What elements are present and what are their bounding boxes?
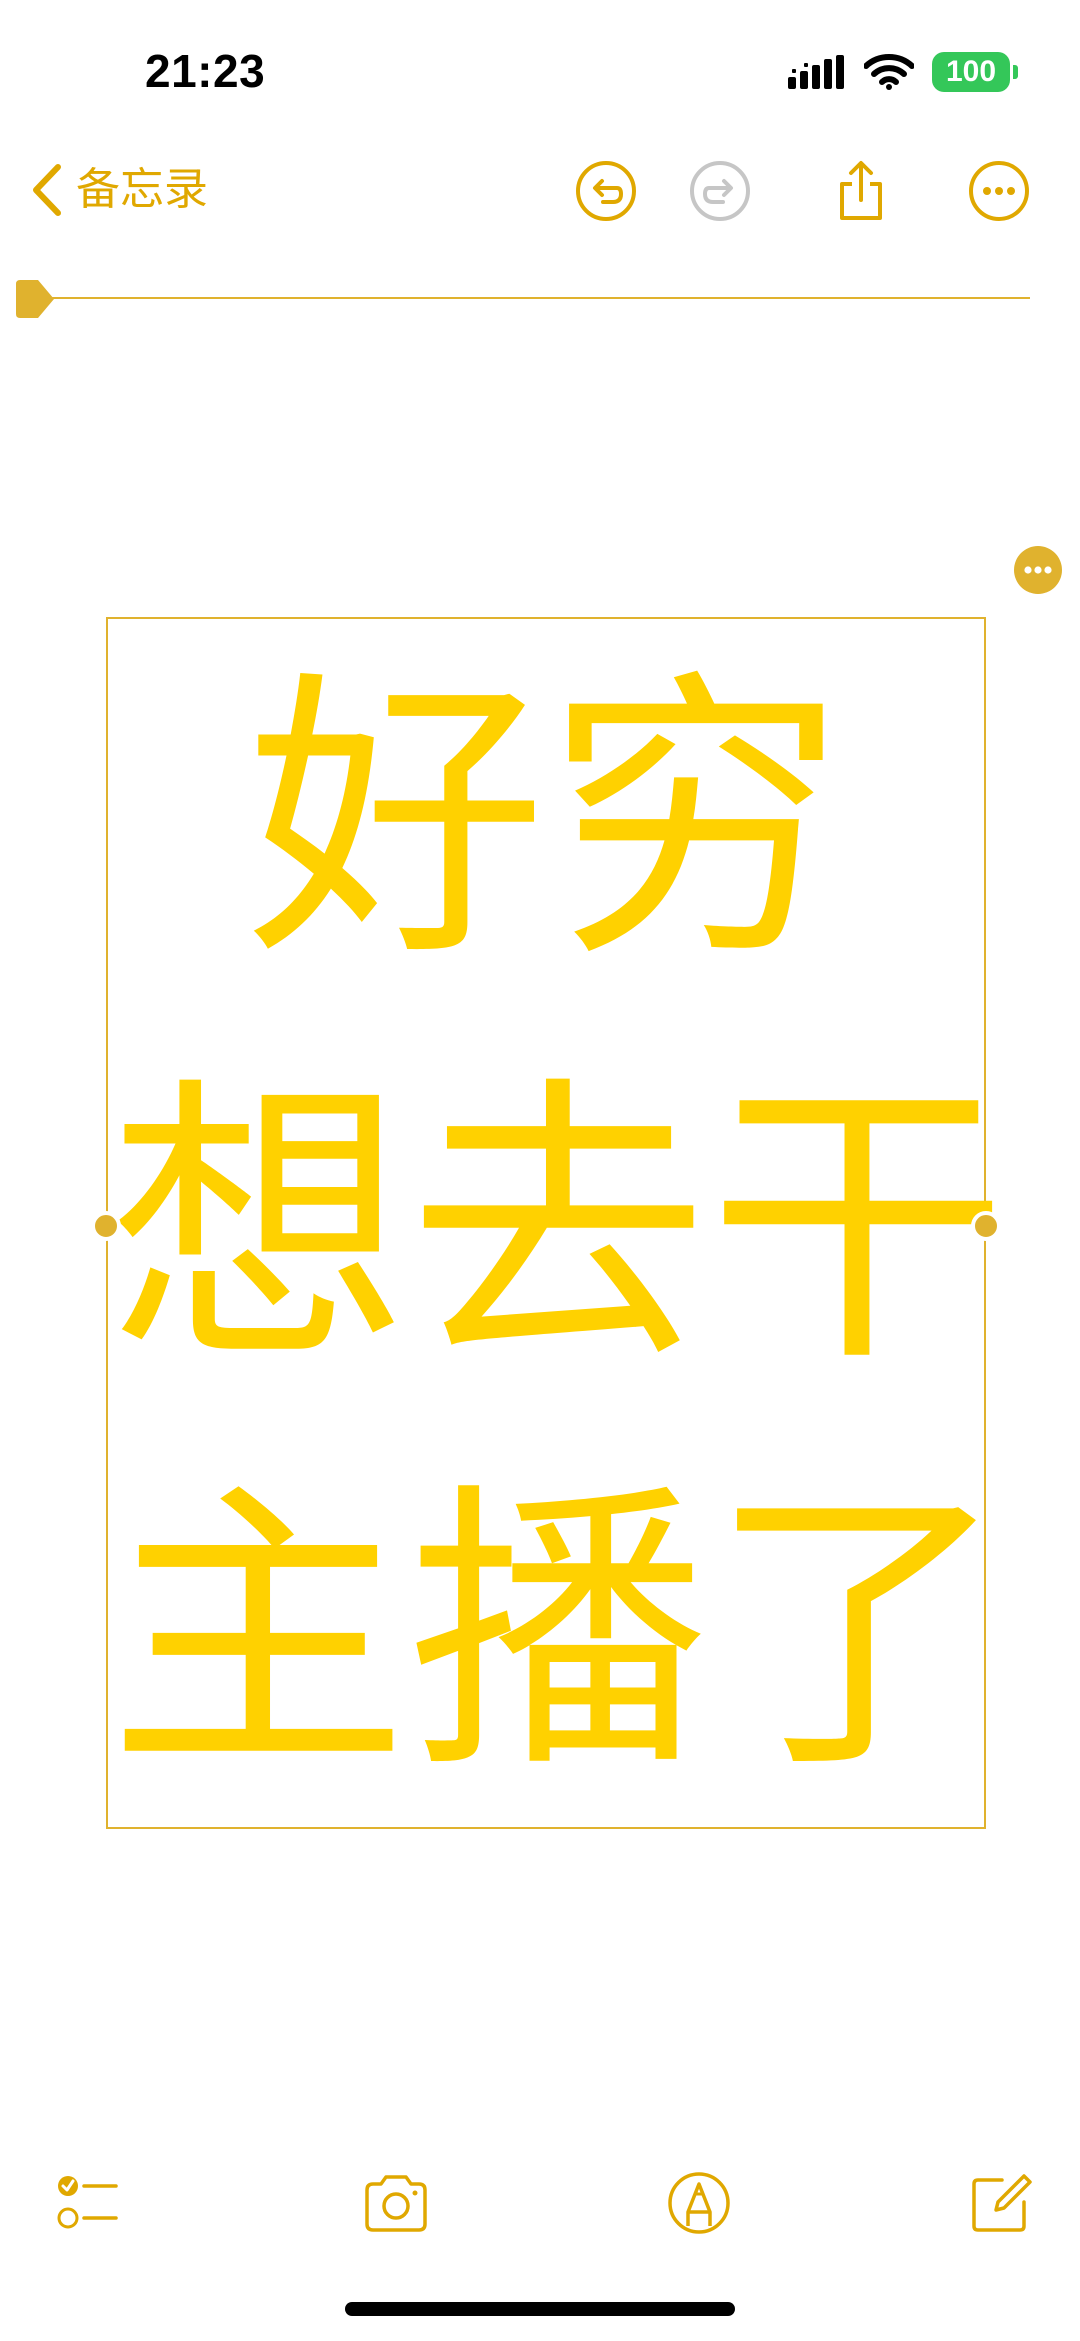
markup-icon [668,2172,730,2234]
divider-line [38,297,1030,299]
redo-button[interactable] [687,158,753,224]
note-line-1: 好穷 [246,647,846,996]
share-button[interactable] [828,158,894,224]
camera-icon [365,2175,427,2232]
resize-handle-right[interactable] [971,1211,1001,1241]
share-icon [840,161,882,220]
markup-button[interactable] [664,2168,734,2238]
undo-icon [576,161,636,221]
more-button[interactable] [966,158,1032,224]
checklist-button[interactable] [52,2168,122,2238]
note-line-3: 主播了 [108,1459,1008,1808]
redo-icon [690,161,750,221]
divider-handle[interactable] [14,278,56,320]
more-icon [969,161,1029,221]
compose-icon [972,2174,1032,2232]
back-button[interactable]: 备忘录 [30,160,208,220]
back-label: 备忘录 [76,164,208,215]
resize-handle-left[interactable] [91,1211,121,1241]
compose-button[interactable] [966,2168,1036,2238]
note-line-2: 想去干 [108,1053,1008,1402]
checklist-icon [57,2176,118,2229]
battery-indicator: 100 [932,52,1018,92]
status-indicators: 100 [788,52,1018,92]
home-indicator[interactable] [345,2302,735,2316]
selected-image-frame[interactable]: 好穷 想去干 主播了 [106,617,1008,1829]
undo-button[interactable] [573,158,639,224]
object-options-button[interactable] [1014,546,1062,594]
signal-icon [788,55,844,89]
wifi-icon [864,54,914,90]
chevron-left-icon [33,164,61,216]
status-time: 21:23 [145,45,266,97]
camera-button[interactable] [361,2168,431,2238]
